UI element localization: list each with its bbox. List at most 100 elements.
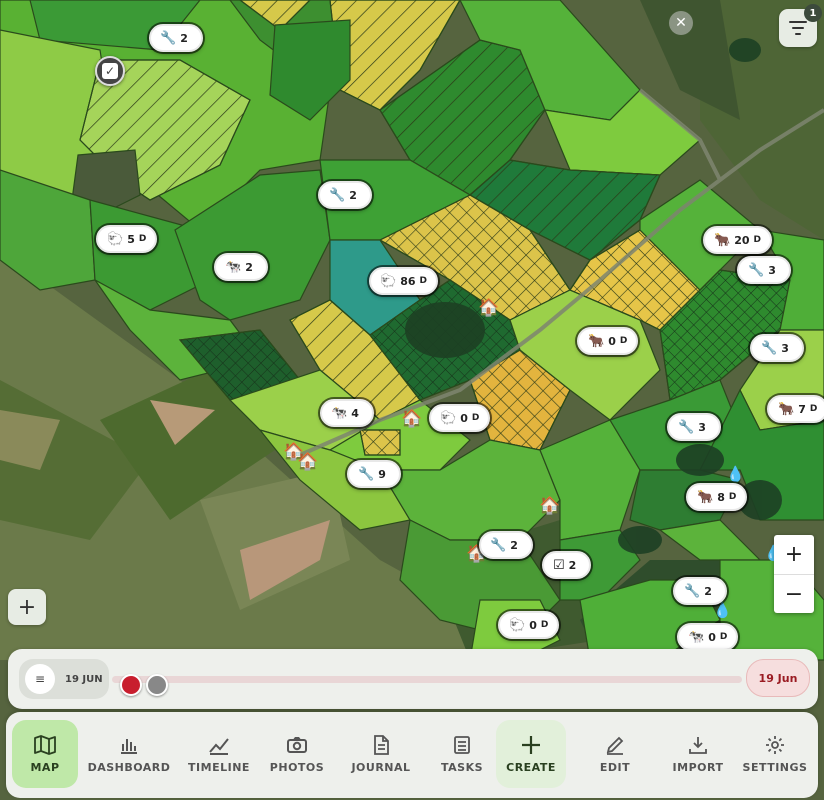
map-marker-cow[interactable]: 🐄 2 — [214, 253, 268, 281]
sheep-icon: 🐑 — [380, 273, 397, 289]
map-marker-task[interactable]: ☑ 2 — [542, 551, 592, 579]
gear-icon — [766, 735, 784, 754]
timeline-current-date-button[interactable]: 19 Jun — [746, 659, 810, 697]
marker-count: 2 — [510, 538, 518, 552]
zoom-in-button[interactable]: + — [774, 535, 814, 575]
timeline-start-handle[interactable] — [120, 674, 142, 696]
map-marker-sheep[interactable]: 🐑 86 D — [369, 267, 438, 295]
marker-unit: D — [138, 234, 147, 244]
map-marker-maintenance[interactable]: 🔧 2 — [318, 181, 372, 209]
plus-icon — [522, 735, 540, 754]
bar-chart-icon — [121, 738, 137, 754]
nav-map[interactable]: MAP — [12, 720, 78, 788]
nav-journal[interactable]: JOURNAL — [344, 720, 418, 788]
marker-count: 8 — [717, 490, 725, 504]
timeline-track[interactable] — [112, 676, 742, 683]
zoom-out-button[interactable]: − — [774, 575, 814, 614]
trend-line-icon — [209, 737, 229, 755]
cattle-icon: 🐂 — [714, 232, 731, 248]
map-marker-cattle[interactable]: 🐂 7 D — [767, 395, 824, 423]
nav-label: EDIT — [599, 760, 631, 774]
camera-icon — [287, 736, 307, 753]
nav-label: DASHBOARD — [87, 760, 171, 774]
nav-import[interactable]: IMPORT — [662, 720, 734, 788]
nav-edit[interactable]: EDIT — [582, 720, 648, 788]
nav-label: TASKS — [440, 760, 484, 774]
water-drop-icon: 💧 — [726, 465, 745, 483]
pencil-icon — [606, 736, 624, 755]
marker-unit: D — [719, 632, 728, 642]
cattle-icon: 🐂 — [697, 489, 714, 505]
menu-icon: ≡ — [34, 672, 46, 686]
map-marker-maintenance[interactable]: 🔧 2 — [673, 577, 727, 605]
marker-count: 7 — [798, 402, 806, 416]
cow-icon: 🐄 — [225, 259, 242, 275]
house-icon: 🏠 — [297, 452, 319, 472]
nav-label: PHOTOS — [269, 760, 325, 774]
download-icon — [689, 736, 707, 754]
map-marker-cattle[interactable]: 🐂 8 D — [686, 483, 748, 511]
cow-icon: 🐄 — [331, 405, 348, 421]
marker-count: 4 — [351, 406, 359, 420]
cattle-icon: 🐂 — [778, 401, 795, 417]
wrench-icon: 🔧 — [684, 583, 701, 599]
marker-count: 0 — [708, 630, 716, 644]
map-marker-maintenance[interactable]: 🔧 9 — [347, 460, 401, 488]
marker-count: 2 — [704, 584, 712, 598]
map-marker-cow[interactable]: 🐄 0 D — [677, 623, 739, 651]
bottom-navigation: MAP DASHBOARD TIMELINE PHOTOS JOURNAL TA… — [6, 712, 818, 798]
map-marker-sheep[interactable]: 🐑 0 D — [429, 404, 491, 432]
timeline-end-handle[interactable] — [146, 674, 168, 696]
map-marker-cattle[interactable]: 🐂 0 D — [577, 327, 639, 355]
marker-unit: D — [809, 404, 818, 414]
sheep-icon: 🐑 — [107, 231, 124, 247]
nav-create[interactable]: CREATE — [496, 720, 566, 788]
marker-unit: D — [419, 276, 427, 286]
marker-count: 3 — [768, 263, 776, 277]
nav-dashboard[interactable]: DASHBOARD — [86, 720, 172, 788]
cattle-icon: 🐂 — [588, 333, 605, 349]
marker-count: 0 — [608, 334, 616, 348]
wrench-icon: 🔧 — [490, 537, 507, 553]
checklist-icon — [454, 735, 470, 754]
wrench-icon: 🔧 — [160, 30, 177, 46]
house-icon: 🏠 — [401, 409, 423, 429]
cow-icon: 🐄 — [688, 629, 705, 645]
house-icon: 🏠 — [478, 298, 500, 318]
map-marker-sheep[interactable]: 🐑 0 D — [498, 611, 560, 639]
map-marker-cattle[interactable]: 🐂 20 D — [703, 226, 772, 254]
wrench-icon: 🔧 — [678, 419, 695, 435]
map-marker-sheep[interactable]: 🐑 5 D — [96, 225, 158, 253]
close-button[interactable]: ✕ — [669, 11, 693, 35]
nav-settings[interactable]: SETTINGS — [740, 720, 810, 788]
map-marker-maintenance[interactable]: 🔧 2 — [149, 24, 203, 52]
marker-unit: D — [540, 620, 549, 630]
map-icon — [34, 734, 56, 755]
marker-count: 20 — [734, 233, 750, 247]
map-marker-maintenance[interactable]: 🔧 3 — [737, 256, 791, 284]
marker-unit: D — [753, 235, 761, 245]
nav-timeline[interactable]: TIMELINE — [184, 720, 254, 788]
timeline-menu-button[interactable]: ≡ — [25, 664, 55, 694]
map-marker-cow[interactable]: 🐄 4 — [320, 399, 374, 427]
wrench-icon: 🔧 — [748, 262, 765, 278]
nav-label: TIMELINE — [188, 760, 250, 774]
nav-photos[interactable]: PHOTOS — [262, 720, 332, 788]
house-icon: 🏠 — [539, 496, 561, 516]
marker-count: 2 — [180, 31, 188, 45]
zoom-controls: + − — [774, 535, 814, 613]
sheep-icon: 🐑 — [509, 617, 526, 633]
map-marker-maintenance[interactable]: 🔧 3 — [667, 413, 721, 441]
wrench-icon: 🔧 — [329, 187, 346, 203]
marker-count: 2 — [349, 188, 357, 202]
add-map-item-button[interactable]: + — [8, 589, 46, 625]
selection-checkbox[interactable]: ✓ — [95, 56, 125, 86]
wrench-icon: 🔧 — [358, 466, 375, 482]
nav-tasks[interactable]: TASKS — [432, 720, 492, 788]
timeline-date-pill: ≡ 19 JUN — [19, 659, 109, 699]
map-marker-maintenance[interactable]: 🔧 3 — [750, 334, 804, 362]
filter-icon — [789, 21, 807, 35]
marker-count: 3 — [781, 341, 789, 355]
marker-unit: D — [619, 336, 628, 346]
map-marker-maintenance[interactable]: 🔧 2 — [479, 531, 533, 559]
